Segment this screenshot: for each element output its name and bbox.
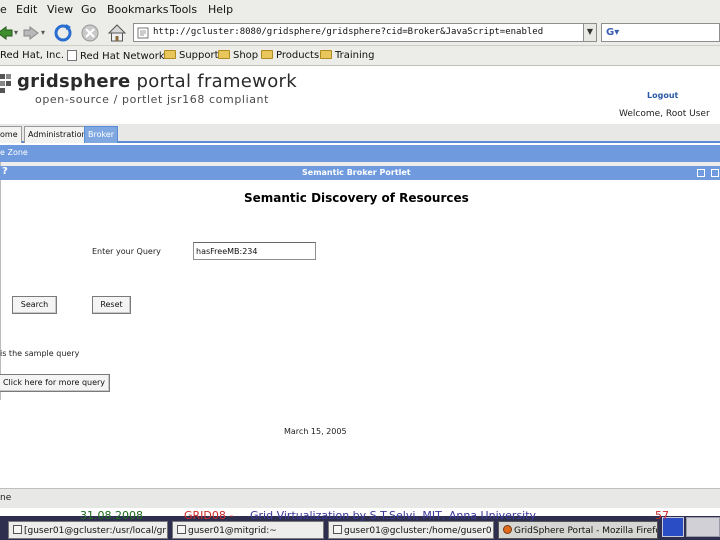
menu-go[interactable]: Go — [81, 3, 96, 16]
bookmark-training[interactable]: Training — [320, 50, 374, 61]
bookmark-shop[interactable]: Shop — [218, 50, 258, 61]
tab-welcome[interactable]: ome — [0, 126, 22, 143]
page-heading: Semantic Discovery of Resources — [244, 191, 469, 205]
terminal-icon — [333, 525, 342, 534]
search-input[interactable]: G▾ — [601, 23, 720, 42]
more-query-button[interactable]: Click here for more query — [0, 374, 110, 392]
portal-header: gridsphere portal framework open-source … — [0, 66, 720, 124]
folder-icon — [164, 50, 176, 59]
menu-file[interactable]: e — [0, 3, 7, 16]
slide-page-number: 57 — [655, 509, 669, 522]
query-label: Enter your Query — [92, 247, 161, 256]
sample-query-text: is the sample query — [0, 349, 80, 358]
search-engine-icon[interactable]: G▾ — [606, 27, 619, 38]
navigation-toolbar: ▾ ▾ http://gcluster:8080/gridsphere/grid… — [0, 19, 720, 46]
tab-broker[interactable]: Broker — [84, 126, 119, 143]
task-terminal-grid[interactable]: [guser01@gcluster:/usr/local/grid — [8, 521, 168, 539]
url-bar[interactable]: http://gcluster:8080/gridsphere/gridsphe… — [133, 23, 597, 42]
portlet-titlebar: ? Semantic Broker Portlet — [0, 166, 720, 180]
task-terminal-home[interactable]: guser01@gcluster:/home/guser0 — [328, 521, 494, 539]
url-text: http://gcluster:8080/gridsphere/gridsphe… — [153, 27, 544, 37]
page-icon — [67, 50, 77, 61]
slide-author: Grid Virtualization by S.T.Selvi, MIT, A… — [250, 509, 537, 522]
status-bar: ne — [0, 488, 720, 508]
slide-date: 31.08.2008 — [80, 509, 143, 522]
back-dropdown-icon[interactable]: ▾ — [14, 28, 18, 37]
bookmark-redhat[interactable]: Red Hat, Inc. — [0, 50, 64, 61]
query-input[interactable] — [193, 242, 316, 260]
portlet-body — [0, 180, 720, 400]
home-icon[interactable] — [106, 22, 128, 44]
portlet-help-icon[interactable]: ? — [2, 166, 8, 177]
reload-icon[interactable] — [52, 22, 74, 44]
portal-tab-bar: ome Administration Broker — [0, 124, 720, 143]
portlet-minimize-icon[interactable] — [711, 169, 719, 177]
portal-title: gridsphere portal framework — [17, 71, 297, 92]
url-history-dropdown-icon[interactable]: ▼ — [583, 23, 597, 42]
gridsphere-logo-icon — [0, 74, 11, 93]
slide-conference: GRID08 - — [184, 509, 234, 522]
menu-help[interactable]: Help — [208, 3, 233, 16]
page-favicon-icon — [137, 27, 149, 39]
logout-link[interactable]: Logout — [647, 91, 678, 100]
folder-icon — [218, 50, 230, 59]
reset-button[interactable]: Reset — [92, 296, 131, 314]
menu-bar: e Edit View Go Bookmarks Tools Help — [0, 0, 720, 19]
menu-view[interactable]: View — [47, 3, 73, 16]
footer-date: March 15, 2005 — [284, 427, 347, 436]
task-terminal-mitgrid[interactable]: guser01@mitgrid:~ — [172, 521, 324, 539]
forward-arrow-icon[interactable] — [20, 22, 42, 44]
subnav-zone-link[interactable]: e Zone — [0, 148, 28, 157]
status-text: ne — [0, 493, 12, 503]
terminal-icon — [13, 525, 22, 534]
stop-icon[interactable] — [79, 22, 101, 44]
menu-edit[interactable]: Edit — [16, 3, 37, 16]
bookmarks-toolbar: Red Hat, Inc. Red Hat Network Support Sh… — [0, 46, 720, 66]
folder-icon — [320, 50, 332, 59]
bookmark-products[interactable]: Products — [261, 50, 319, 61]
terminal-icon — [177, 525, 186, 534]
forward-dropdown-icon[interactable]: ▾ — [41, 28, 45, 37]
task-firefox[interactable]: GridSphere Portal - Mozilla Firefo — [498, 521, 658, 539]
search-button[interactable]: Search — [12, 296, 57, 314]
portal-subtitle: open-source / portlet jsr168 compliant — [35, 93, 270, 106]
firefox-icon — [503, 525, 512, 534]
folder-icon — [261, 50, 273, 59]
bookmark-redhat-network[interactable]: Red Hat Network — [67, 50, 165, 62]
portlet-edit-icon[interactable] — [697, 169, 705, 177]
menu-tools[interactable]: Tools — [170, 3, 197, 16]
subnav-bar: e Zone — [0, 145, 720, 162]
welcome-text: Welcome, Root User — [619, 109, 710, 119]
menu-bookmarks[interactable]: Bookmarks — [107, 3, 168, 16]
tab-administration[interactable]: Administration — [24, 126, 91, 143]
portlet-title: Semantic Broker Portlet — [302, 168, 411, 177]
bookmark-support[interactable]: Support — [164, 50, 219, 61]
slide-footer: 31.08.2008 GRID08 - Grid Virtualization … — [0, 508, 720, 522]
